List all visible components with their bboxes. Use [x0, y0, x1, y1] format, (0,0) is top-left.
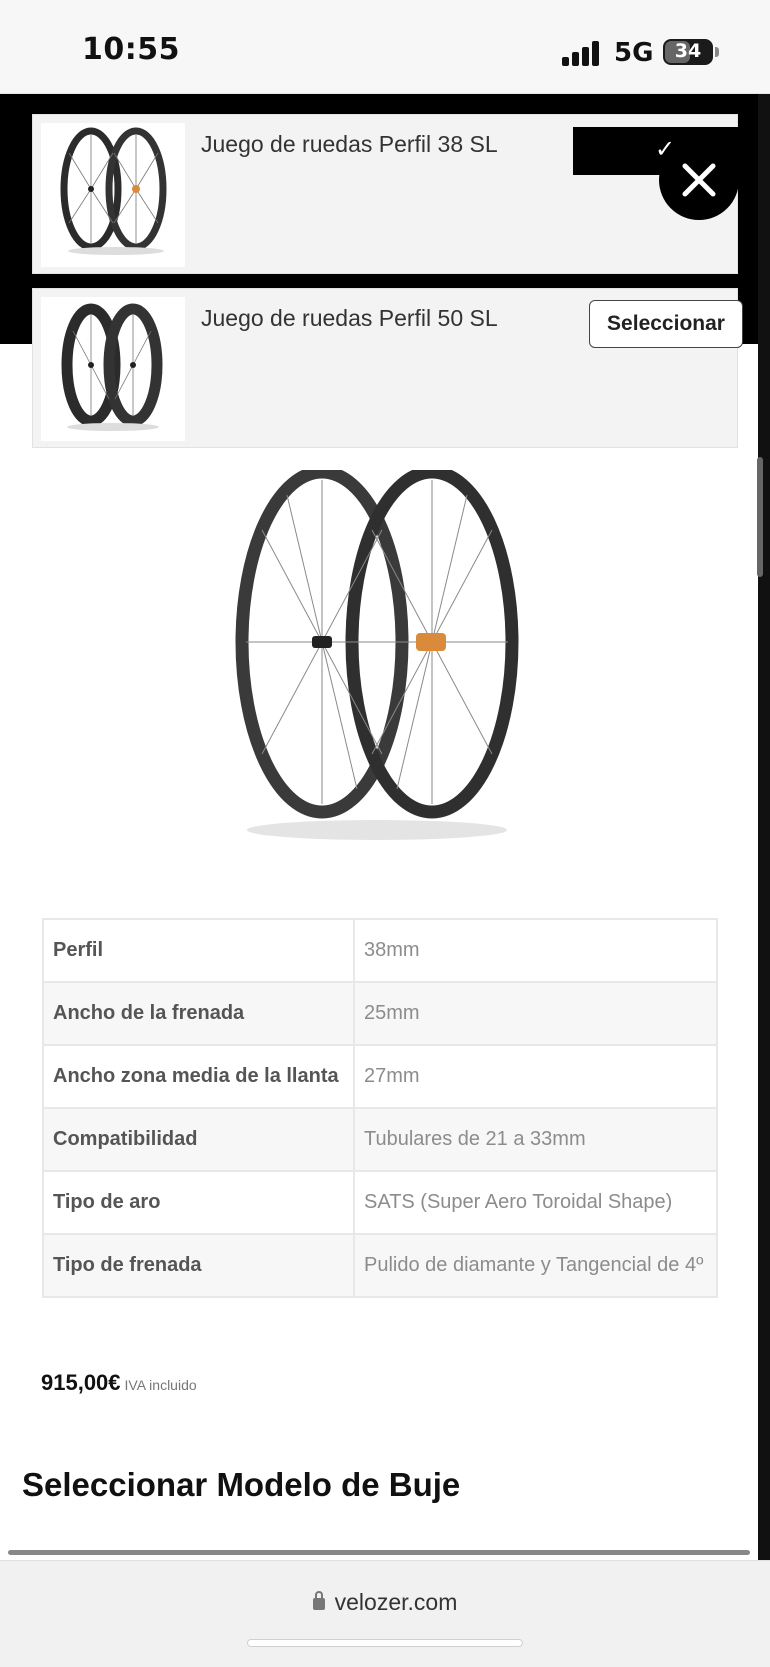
- table-row: Tipo de aro SATS (Super Aero Toroidal Sh…: [42, 1170, 718, 1235]
- wheelset-option-50[interactable]: Juego de ruedas Perfil 50 SL Seleccionar: [32, 288, 743, 448]
- select-button[interactable]: Seleccionar: [589, 300, 743, 348]
- browser-address-bar[interactable]: velozer.com: [0, 1560, 770, 1667]
- spec-key: Perfil: [42, 918, 355, 983]
- signal-icon: [562, 40, 602, 66]
- status-bar: 10:55 5G 34: [0, 0, 770, 94]
- hub-model-heading: Seleccionar Modelo de Buje: [22, 1466, 461, 1503]
- vat-note: IVA incluido: [124, 1377, 197, 1393]
- spec-value: Tubulares de 21 a 33mm: [353, 1107, 718, 1172]
- close-icon: [682, 163, 716, 197]
- home-indicator[interactable]: [247, 1639, 523, 1647]
- wheelset-product-image: [235, 470, 519, 840]
- table-row: Perfil 38mm: [42, 918, 718, 983]
- option-title: Juego de ruedas Perfil 38 SL: [201, 131, 498, 157]
- wheelset-option-38[interactable]: Juego de ruedas Perfil 38 SL ✓: [32, 114, 739, 274]
- spec-value: Pulido de diamante y Tangencial de 4º: [353, 1233, 718, 1298]
- battery-icon: 34: [663, 39, 713, 65]
- url-field[interactable]: velozer.com: [0, 1589, 770, 1616]
- spec-key: Tipo de aro: [42, 1170, 355, 1235]
- spec-key: Compatibilidad: [42, 1107, 355, 1172]
- wheelset-38-thumbnail: [41, 123, 185, 267]
- spec-value: 27mm: [353, 1044, 718, 1109]
- spec-key: Ancho zona media de la llanta: [42, 1044, 355, 1109]
- table-row: Ancho zona media de la llanta 27mm: [42, 1044, 718, 1109]
- price: 915,00€: [41, 1370, 121, 1395]
- table-row: Tipo de frenada Pulido de diamante y Tan…: [42, 1233, 718, 1298]
- spec-key: Ancho de la frenada: [42, 981, 355, 1046]
- lock-icon: [312, 1591, 325, 1610]
- spec-value: SATS (Super Aero Toroidal Shape): [353, 1170, 718, 1235]
- status-time: 10:55: [82, 32, 180, 67]
- page: 10:55 5G 34 Juego de ruedas Perfil 38 SL…: [0, 0, 770, 1667]
- table-row: Ancho de la frenada 25mm: [42, 981, 718, 1046]
- modal-edge: [758, 94, 770, 1569]
- wheelset-50-thumbnail: [41, 297, 185, 441]
- specs-table: Perfil 38mm Ancho de la frenada 25mm Anc…: [42, 918, 718, 1298]
- spec-key: Tipo de frenada: [42, 1233, 355, 1298]
- scrollbar[interactable]: [757, 457, 763, 577]
- price-line: 915,00€ IVA incluido: [41, 1370, 197, 1396]
- url-text: velozer.com: [334, 1589, 458, 1615]
- divider: [8, 1550, 750, 1555]
- network-label: 5G: [614, 38, 654, 68]
- option-title: Juego de ruedas Perfil 50 SL: [201, 305, 498, 331]
- spec-value: 38mm: [353, 918, 718, 983]
- spec-value: 25mm: [353, 981, 718, 1046]
- battery-level: 34: [674, 40, 702, 62]
- table-row: Compatibilidad Tubulares de 21 a 33mm: [42, 1107, 718, 1172]
- battery-tip: [715, 47, 719, 57]
- close-button[interactable]: [659, 140, 739, 220]
